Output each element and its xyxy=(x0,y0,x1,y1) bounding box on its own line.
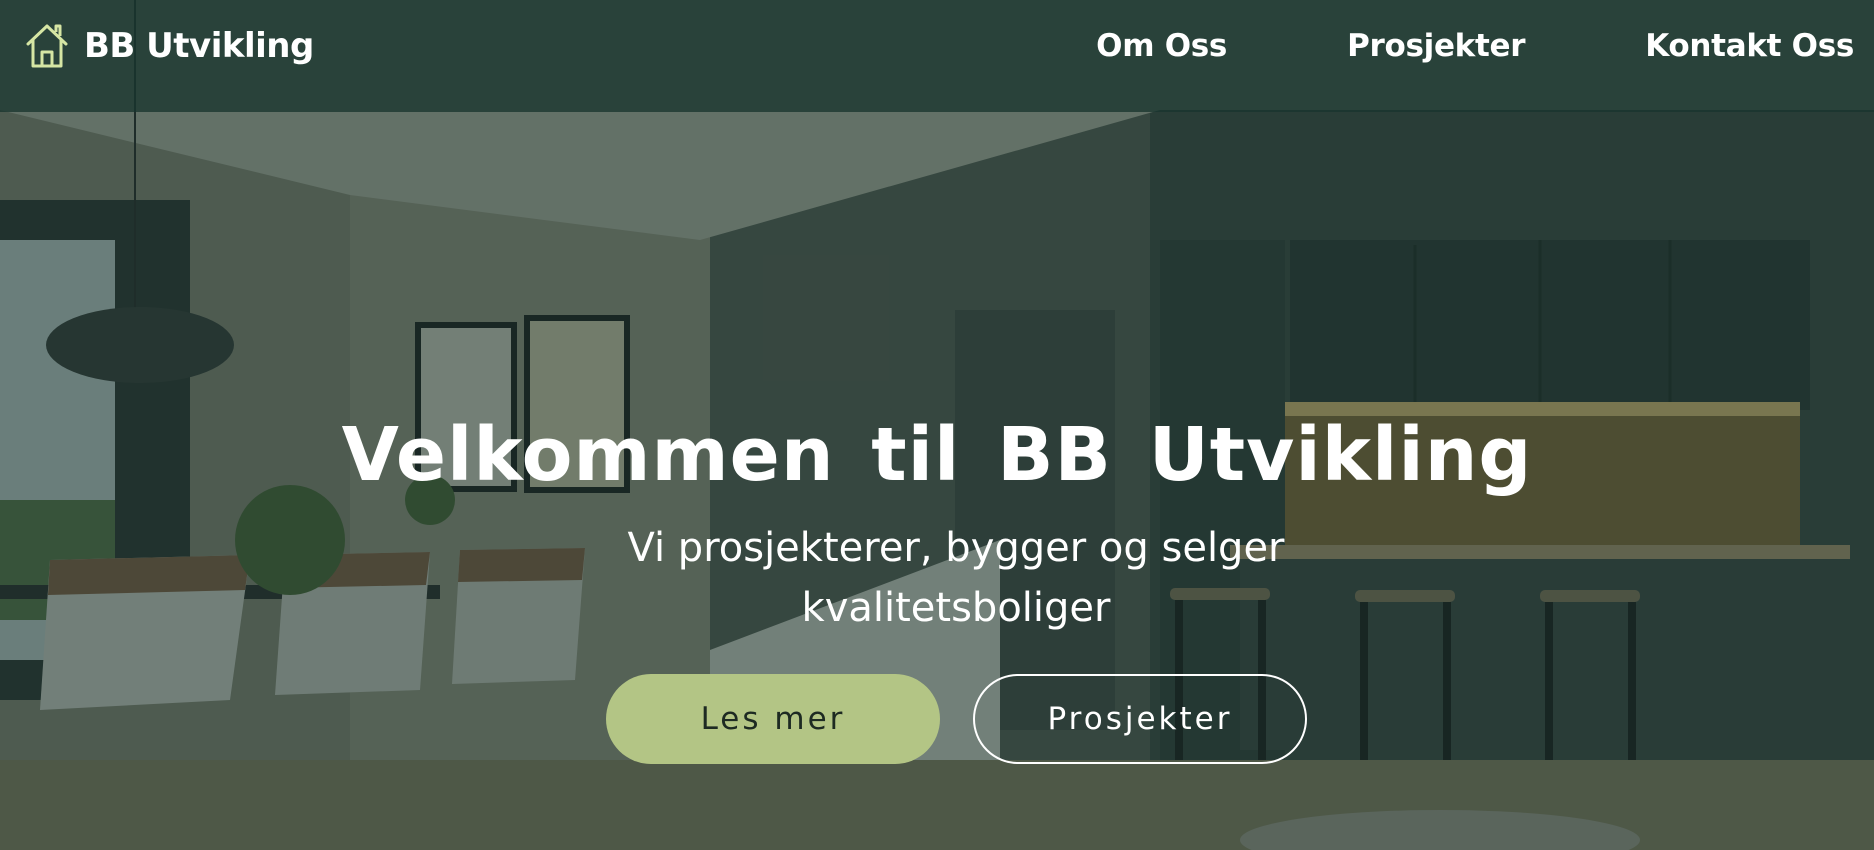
main-nav: Om Oss Prosjekter Kontakt Oss xyxy=(976,28,1854,64)
brand-name: BB Utvikling xyxy=(84,26,314,66)
read-more-button[interactable]: Les mer xyxy=(606,674,940,764)
projects-button[interactable]: Prosjekter xyxy=(973,674,1307,764)
hero-section: Velkommen til BB Utvikling Vi prosjekter… xyxy=(0,112,1874,850)
hero-subtitle: Vi prosjekterer, bygger og selger kvalit… xyxy=(627,525,1285,631)
nav-link-prosjekter[interactable]: Prosjekter xyxy=(1347,28,1525,64)
nav-link-om-oss[interactable]: Om Oss xyxy=(1096,28,1227,64)
brand-logo-link[interactable]: BB Utvikling xyxy=(24,22,314,70)
site-header: BB Utvikling Om Oss Prosjekter Kontakt O… xyxy=(0,0,1874,112)
nav-link-kontakt-oss[interactable]: Kontakt Oss xyxy=(1645,28,1854,64)
home-icon xyxy=(26,24,68,68)
hero-title: Velkommen til BB Utvikling xyxy=(341,412,1533,498)
